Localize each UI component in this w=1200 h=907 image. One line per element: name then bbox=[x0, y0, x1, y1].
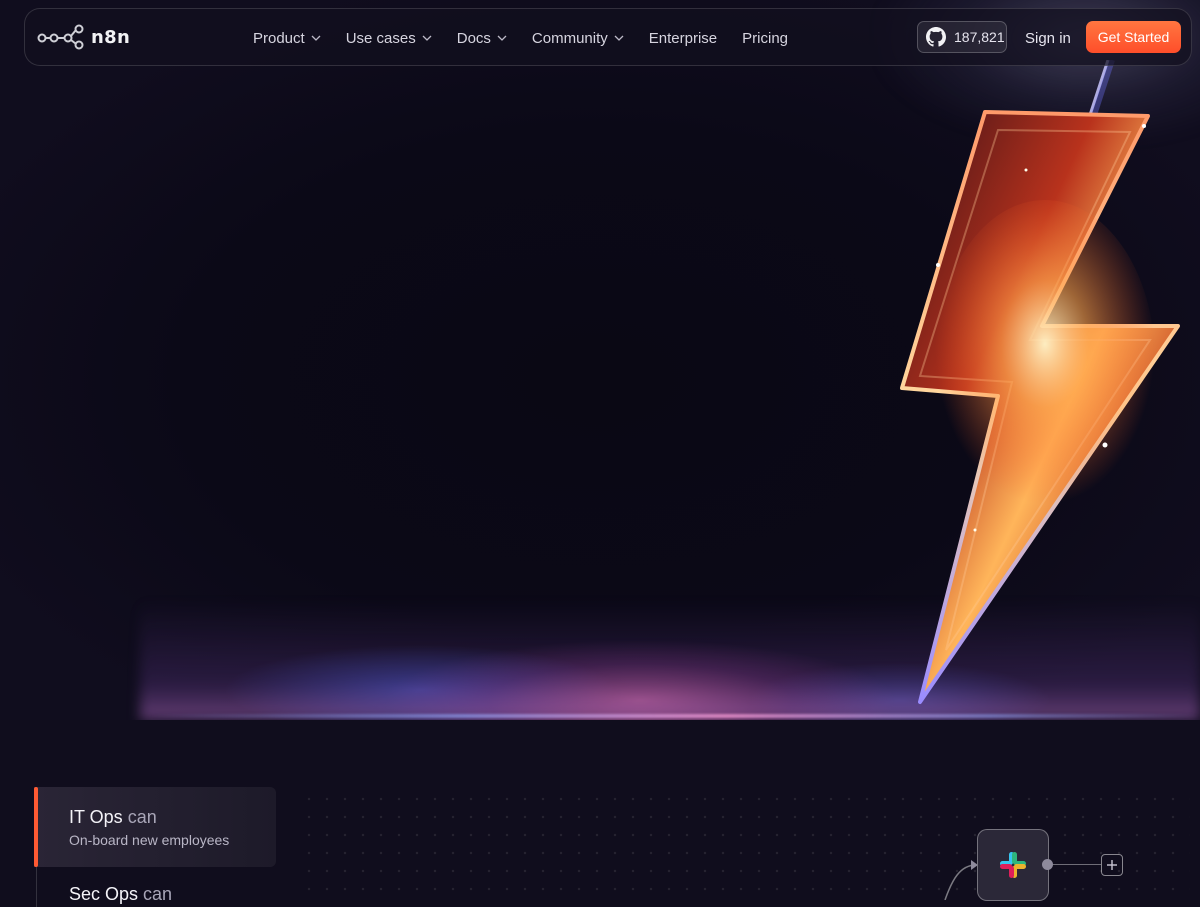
nav-item-community[interactable]: Community bbox=[532, 30, 624, 47]
n8n-logo-icon bbox=[37, 24, 84, 50]
main-nav: Product Use cases Docs Community Enterpr… bbox=[253, 9, 813, 67]
nav-item-label: Enterprise bbox=[648, 29, 718, 47]
use-case-connector: can bbox=[143, 884, 173, 904]
use-case-item-sec-ops[interactable]: Sec Ops can bbox=[69, 884, 172, 905]
github-star-count: 187,821 bbox=[954, 29, 1005, 45]
chevron-down-icon bbox=[497, 35, 507, 41]
workflow-node-slack[interactable] bbox=[977, 829, 1049, 901]
nav-item-use-cases[interactable]: Use cases bbox=[346, 30, 432, 47]
use-case-title: IT Ops can bbox=[69, 807, 157, 828]
workflow-canvas-grid bbox=[300, 790, 1190, 900]
use-case-task: On-board new employees bbox=[69, 832, 230, 848]
slack-icon bbox=[1000, 852, 1026, 878]
chevron-down-icon bbox=[614, 35, 624, 41]
use-case-team: IT Ops bbox=[69, 807, 123, 827]
chevron-down-icon bbox=[422, 35, 432, 41]
logo-wordmark: n8n bbox=[91, 26, 131, 48]
plus-icon bbox=[1107, 860, 1117, 870]
github-icon bbox=[926, 27, 946, 47]
github-stars-button[interactable]: 187,821 bbox=[917, 21, 1007, 53]
nav-item-label: Pricing bbox=[742, 29, 789, 47]
nav-item-label: Use cases bbox=[345, 29, 416, 47]
nav-item-docs[interactable]: Docs bbox=[457, 30, 507, 47]
use-case-team: Sec Ops bbox=[69, 884, 139, 904]
nav-item-label: Docs bbox=[456, 29, 491, 47]
sign-in-link[interactable]: Sign in bbox=[1025, 9, 1071, 67]
workflow-connection-out bbox=[1053, 864, 1101, 865]
add-node-button[interactable] bbox=[1101, 854, 1123, 876]
n8n-logo[interactable]: n8n bbox=[37, 23, 130, 51]
nav-item-pricing[interactable]: Pricing bbox=[742, 30, 788, 47]
use-case-item-it-ops[interactable]: IT Ops can On-board new employees bbox=[34, 787, 276, 867]
top-navbar: n8n Product Use cases Docs Community Ent… bbox=[24, 8, 1192, 66]
use-case-divider bbox=[36, 867, 37, 907]
nav-item-label: Product bbox=[253, 29, 305, 47]
hero-section bbox=[0, 0, 1200, 720]
node-output-handle[interactable] bbox=[1042, 859, 1053, 870]
nav-item-label: Community bbox=[531, 29, 608, 47]
use-case-connector: can bbox=[127, 807, 157, 827]
lightning-bolt-illustration bbox=[900, 60, 1180, 704]
use-case-list: IT Ops can On-board new employees bbox=[34, 787, 276, 867]
get-started-button[interactable]: Get Started bbox=[1086, 21, 1181, 53]
chevron-down-icon bbox=[311, 35, 321, 41]
nav-item-enterprise[interactable]: Enterprise bbox=[649, 30, 717, 47]
nav-item-product[interactable]: Product bbox=[253, 30, 321, 47]
